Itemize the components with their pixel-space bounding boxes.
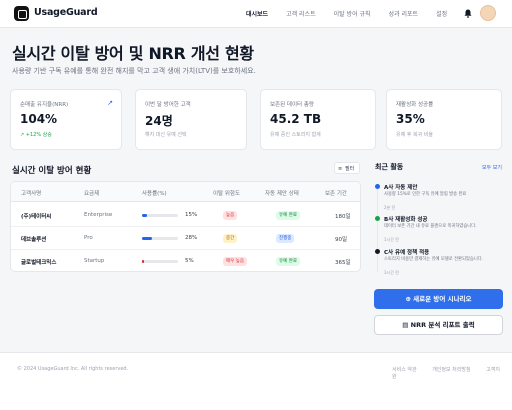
- usage-percent: 28%: [185, 235, 198, 241]
- usage-bar-fill: [142, 214, 148, 217]
- plan-name: Pro: [84, 235, 93, 241]
- activity-time: 1시간 전: [384, 237, 399, 242]
- table-header: 고객사명 요금제 사용률(%) 이탈 위험도 자동 제안 상태 보존 기간: [11, 182, 360, 202]
- brand-name[interactable]: UsageGuard: [34, 7, 98, 18]
- table-row[interactable]: 데브솔루션 Pro 28% 중간 진행중 90일: [11, 227, 360, 250]
- table-row[interactable]: (주)테이터씨 Enterprise 15% 높음 유예 완료 180일: [11, 204, 360, 227]
- activity-time: 3시간 전: [384, 270, 399, 275]
- metric-note: 유예 후 복귀 비율: [396, 132, 433, 138]
- nav-item-reports[interactable]: 성과 리포트: [389, 9, 419, 18]
- new-scenario-button[interactable]: ⊕ 새로운 방어 시나리오: [374, 289, 503, 309]
- metric-label: 재활성화 성공률: [396, 102, 434, 108]
- metric-value: 104%: [20, 112, 58, 126]
- status-badge: 진행중: [276, 234, 295, 243]
- footer-link-privacy[interactable]: 개인정보 처리방침: [432, 367, 470, 373]
- metric-note-text: +12% 상승: [25, 132, 52, 138]
- customer-name[interactable]: (주)테이터씨: [21, 212, 51, 220]
- export-report-button[interactable]: ▤ NRR 분석 리포트 출력: [374, 315, 503, 335]
- filter-button[interactable]: ≡ 필터: [334, 162, 360, 174]
- metric-card-defended: 이번 달 방어한 고객 24명 해지 대신 유예 선택: [135, 89, 247, 150]
- footer-link-terms[interactable]: 서비스 약관: [392, 367, 417, 373]
- metric-card-storage: 보존된 데이터 총량 45.2 TB 유예 중인 스토리지 합계: [260, 89, 376, 150]
- customer-name[interactable]: 글로벌테크믹스: [21, 258, 56, 266]
- metric-label: 보존된 데이터 총량: [270, 102, 314, 108]
- usage-bar-fill: [142, 260, 144, 263]
- export-report-label: NRR 분석 리포트 출력: [410, 321, 475, 329]
- nav-item-settings[interactable]: 설정: [436, 9, 447, 18]
- column-header[interactable]: 고객사명: [21, 189, 41, 197]
- risk-badge: 중간: [223, 234, 238, 243]
- activity-title-text: B사 재활성화 성공: [384, 217, 428, 223]
- activity-title-text: A사 자동 제안: [384, 185, 418, 191]
- metric-note: ↗ +12% 상승: [20, 132, 52, 138]
- metric-card-nrr: 순매출 유지율(NRR) ↗ 104% ↗ +12% 상승: [10, 89, 122, 150]
- activity-title-text: C사 유예 정책 적용: [384, 250, 430, 256]
- plan-name: Startup: [84, 258, 105, 264]
- churn-table: 고객사명 요금제 사용률(%) 이탈 위험도 자동 제안 상태 보존 기간 (주…: [10, 181, 361, 272]
- new-scenario-label: 새로운 방어 시나리오: [413, 295, 472, 303]
- page-subtitle: 사용량 기반 구독 유예를 통해 완전 해지를 막고 고객 생애 가치(LTV)…: [12, 67, 256, 75]
- shield-logo-icon: [14, 6, 29, 21]
- activity-desc: 사용량 15%로 인한 구독 유예 알림 발송 완료: [384, 192, 467, 197]
- customer-name[interactable]: 데브솔루션: [21, 235, 46, 243]
- retention-period: 90일: [335, 237, 348, 243]
- column-header[interactable]: 자동 제안 상태: [265, 189, 299, 197]
- activity-dot: [375, 249, 380, 254]
- usage-bar-fill: [142, 237, 153, 240]
- nav-links: 대시보드 고객 리스트 이탈 방어 규칙 성과 리포트 설정: [246, 9, 465, 18]
- column-header[interactable]: 이탈 위험도: [213, 189, 240, 197]
- trend-up-icon: ↗: [107, 99, 113, 107]
- top-nav: UsageGuard 대시보드 고객 리스트 이탈 방어 규칙 성과 리포트 설…: [0, 0, 512, 28]
- table-section-title: 실시간 이탈 방어 현황: [12, 166, 92, 176]
- metric-value: 35%: [396, 112, 425, 126]
- copyright: © 2024 UsageGuard Inc. All rights reserv…: [17, 366, 129, 372]
- status-badge: 유예 완료: [276, 257, 300, 266]
- plus-circle-icon: ⊕: [405, 295, 411, 303]
- bell-icon[interactable]: [464, 9, 472, 18]
- filter-icon: ≡: [338, 166, 343, 172]
- timeline-line: [377, 184, 378, 272]
- filter-label: 필터: [345, 166, 355, 172]
- page-title: 실시간 이탈 방어 및 NRR 개선 현황: [12, 44, 254, 63]
- nav-item-dashboard[interactable]: 대시보드: [246, 9, 268, 18]
- activity-title: 최근 활동: [375, 163, 404, 171]
- risk-badge: 매우 높음: [223, 257, 247, 266]
- see-all-link[interactable]: 모두 보기: [482, 164, 502, 171]
- metric-value: 45.2 TB: [270, 112, 322, 126]
- document-icon: ▤: [402, 321, 409, 329]
- nav-item-rules[interactable]: 이탈 방어 규칙: [334, 9, 371, 18]
- column-header[interactable]: 요금제: [84, 189, 99, 197]
- usage-bar: [142, 214, 178, 217]
- activity-dot: [375, 184, 380, 189]
- metric-note: 유예 중인 스토리지 합계: [270, 132, 321, 138]
- usage-percent: 15%: [185, 212, 198, 218]
- footer: © 2024 UsageGuard Inc. All rights reserv…: [0, 352, 512, 410]
- metric-note: 해지 대신 유예 선택: [145, 132, 187, 138]
- avatar[interactable]: [480, 5, 496, 21]
- nav-item-customers[interactable]: 고객 리스트: [286, 9, 316, 18]
- usage-bar: [142, 260, 178, 263]
- retention-period: 365일: [335, 260, 351, 266]
- activity-desc: 스토리지 비용만 결제하는 유예 모델로 전환되었습니다.: [384, 257, 484, 262]
- plan-name: Enterprise: [84, 212, 113, 218]
- footer-links: 서비스 약관 개인정보 처리방침 고객지원: [392, 366, 512, 380]
- usage-percent: 5%: [185, 258, 194, 264]
- retention-period: 180일: [335, 214, 351, 220]
- column-header[interactable]: 사용률(%): [142, 189, 167, 197]
- metric-card-reactivation: 재활성화 성공률 35% 유예 후 복귀 비율: [386, 89, 502, 150]
- metric-label: 이번 달 방어한 고객: [145, 102, 191, 108]
- status-badge: 유예 완료: [276, 211, 300, 220]
- activity-dot: [375, 216, 380, 221]
- column-header[interactable]: 보존 기간: [325, 189, 347, 197]
- usage-bar: [142, 237, 178, 240]
- metric-value: 24명: [145, 114, 173, 128]
- activity-desc: 데이터 보존 기간 내 유료 플랜으로 복귀하였습니다.: [384, 224, 477, 229]
- activity-time: 2분 전: [384, 205, 396, 210]
- metric-label: 순매출 유지율(NRR): [20, 102, 69, 108]
- table-row[interactable]: 글로벌테크믹스 Startup 5% 매우 높음 유예 완료 365일: [11, 250, 360, 271]
- risk-badge: 높음: [223, 211, 238, 220]
